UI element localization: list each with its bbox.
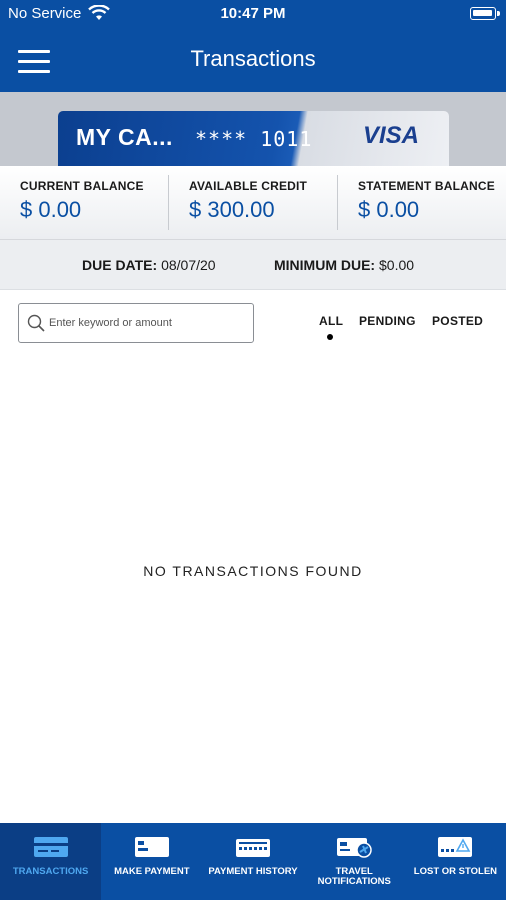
active-tab-indicator — [327, 334, 333, 340]
minimum-due: MINIMUM DUE: $0.00 — [274, 257, 414, 273]
nav-transactions[interactable]: TRANSACTIONS — [0, 823, 102, 900]
due-date-value: 08/07/20 — [161, 257, 216, 273]
due-date-label: DUE DATE: — [82, 257, 158, 273]
due-info-bar: DUE DATE: 08/07/20 MINIMUM DUE: $0.00 — [0, 240, 506, 290]
statement-balance: STATEMENT BALANCE $ 0.00 — [338, 175, 506, 230]
credit-card[interactable]: MY CA... **** 1011 VISA — [58, 111, 449, 166]
card-carousel[interactable]: MY CA... **** 1011 VISA — [0, 92, 506, 166]
empty-state-message: NO TRANSACTIONS FOUND — [143, 563, 363, 579]
nav-lost-or-stolen[interactable]: LOST OR STOLEN — [405, 823, 506, 900]
status-bar: No Service 10:47 PM — [0, 0, 506, 28]
card-name: MY CA... — [76, 124, 173, 150]
nav-travel-notifications[interactable]: TRAVEL NOTIFICATIONS — [304, 823, 405, 900]
travel-card-icon — [337, 838, 372, 858]
status-time: 10:47 PM — [220, 5, 286, 22]
balance-value: $ 0.00 — [20, 197, 82, 222]
nav-label: TRAVEL NOTIFICATIONS — [317, 866, 391, 887]
nav-label: TRANSACTIONS — [12, 866, 89, 877]
search-input[interactable] — [49, 304, 249, 342]
balance-value: $ 300.00 — [189, 197, 275, 222]
minimum-due-value: $0.00 — [379, 257, 415, 273]
available-credit: AVAILABLE CREDIT $ 300.00 — [169, 175, 338, 230]
search-box[interactable] — [18, 303, 254, 343]
due-date: DUE DATE: 08/07/20 — [82, 257, 216, 273]
lost-card-icon — [438, 837, 473, 857]
nav-payment-history[interactable]: PAYMENT HISTORY — [202, 823, 303, 900]
nav-make-payment[interactable]: MAKE PAYMENT — [101, 823, 202, 900]
card-icon — [134, 837, 169, 857]
balance-summary: CURRENT BALANCE $ 0.00 AVAILABLE CREDIT … — [0, 166, 506, 240]
search-icon — [27, 314, 45, 332]
current-balance: CURRENT BALANCE $ 0.00 — [0, 175, 169, 230]
tab-posted[interactable]: POSTED — [432, 314, 483, 328]
bottom-nav: TRANSACTIONS MAKE PAYMENT PAYMENT HISTOR… — [0, 823, 506, 900]
page-title: Transactions — [190, 46, 316, 71]
balance-label: AVAILABLE CREDIT — [189, 179, 308, 193]
balance-value: $ 0.00 — [358, 197, 420, 222]
battery-icon — [470, 7, 500, 20]
card-number: **** 1011 — [195, 127, 313, 151]
app-header: No Service 10:47 PM Transactions — [0, 0, 506, 92]
card-list-icon — [33, 837, 68, 857]
visa-logo: VISA — [362, 122, 419, 149]
nav-label: MAKE PAYMENT — [114, 866, 190, 877]
tab-all[interactable]: ALL — [319, 314, 343, 328]
minimum-due-label: MINIMUM DUE: — [274, 257, 376, 273]
tab-pending[interactable]: PENDING — [359, 314, 416, 328]
balance-label: CURRENT BALANCE — [20, 179, 144, 193]
nav-label: PAYMENT HISTORY — [208, 866, 298, 877]
payment-history-icon — [236, 839, 270, 857]
nav-label: LOST OR STOLEN — [413, 866, 498, 877]
balance-label: STATEMENT BALANCE — [358, 179, 495, 193]
